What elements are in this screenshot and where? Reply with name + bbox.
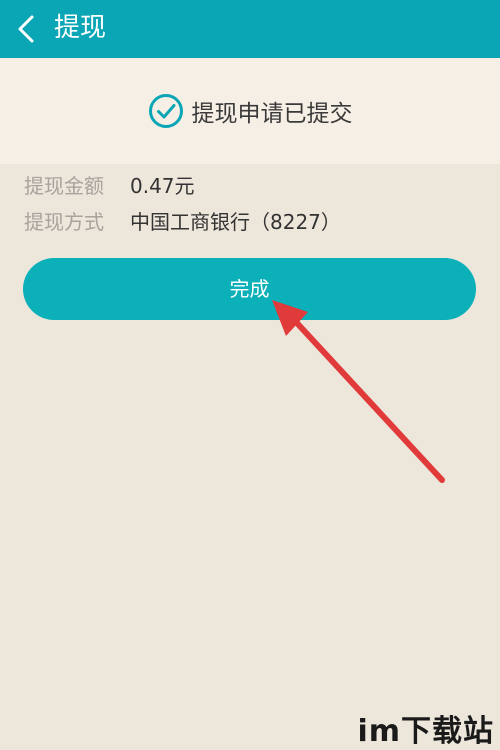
header-bar: 提现 [0,0,500,58]
status-message: 提现申请已提交 [191,101,353,127]
amount-label: 提现金额 [24,174,104,198]
page-title: 提现 [54,13,107,43]
amount-value: 0.47元 [130,174,195,198]
method-value: 中国工商银行（8227） [130,210,341,234]
check-circle-icon [148,94,183,128]
watermark: im下载站 [357,714,494,749]
chevron-left-icon[interactable] [10,11,46,47]
status-panel: 提现申请已提交 [0,58,500,164]
amount-row: 提现金额 0.47元 [24,172,195,200]
method-row: 提现方式 中国工商银行（8227） [24,208,341,236]
method-label: 提现方式 [24,210,104,234]
done-button[interactable]: 完成 [23,258,476,320]
